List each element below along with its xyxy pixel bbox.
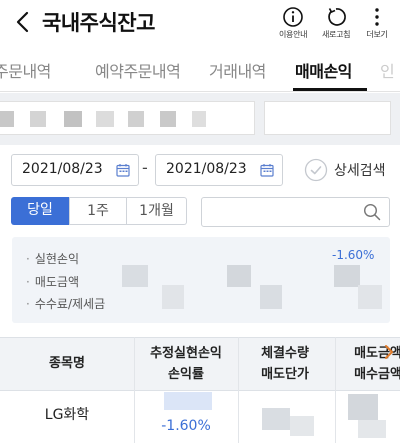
tab-reserved-orders[interactable]: 예약주문내역 xyxy=(95,58,181,82)
search-icon[interactable] xyxy=(363,203,381,221)
period-today-label: 당일 xyxy=(27,202,53,218)
detail-search-checkbox-icon[interactable] xyxy=(304,158,328,182)
fee-tax-label: 수수료/제세금 xyxy=(26,295,105,312)
page-title: 국내주식잔고 xyxy=(42,11,155,35)
table-header: 종목명 추정실현손익 손익률 체결수량 매도단가 매도금액 매수금액 xyxy=(0,337,400,391)
calendar-icon xyxy=(116,164,130,177)
col-qty-sell-price: 체결수량 매도단가 xyxy=(261,346,309,382)
row-return-rate: -1.60% xyxy=(161,418,211,434)
period-1week-label: 1주 xyxy=(87,203,109,219)
password-field[interactable] xyxy=(264,101,391,135)
refresh-icon xyxy=(328,8,347,26)
more-label: 더보기 xyxy=(366,30,388,39)
date-separator: - xyxy=(142,158,148,177)
end-date-input[interactable]: 2021/08/23 xyxy=(155,154,283,186)
tab-bar: 주문내역 예약주문내역 거래내역 매매손익 인 xyxy=(0,48,400,92)
calendar-icon xyxy=(260,164,274,177)
period-1month-label: 1개월 xyxy=(139,203,174,219)
active-tab-indicator xyxy=(293,88,367,91)
account-bar xyxy=(0,93,400,145)
tab-order-history[interactable]: 주문내역 xyxy=(0,58,51,82)
col-est-realized-pl: 추정실현손익 손익률 xyxy=(150,346,222,382)
app-header: 국내주식잔고 이용안내 새로고침 더보기 xyxy=(0,0,400,46)
realized-pl-label: 실현손익 xyxy=(26,250,79,267)
info-label: 이용안내 xyxy=(279,30,308,39)
tab-next[interactable]: 인 xyxy=(380,58,395,82)
more-button[interactable]: 더보기 xyxy=(366,6,388,40)
row-stock-name: LG화학 xyxy=(44,407,90,423)
sell-amount-label: 매도금액 xyxy=(26,273,79,290)
col-stock-name: 종목명 xyxy=(49,356,85,371)
tab-trading-pl[interactable]: 매매손익 xyxy=(295,58,352,82)
account-selector[interactable] xyxy=(0,101,255,135)
start-date-input[interactable]: 2021/08/23 xyxy=(11,154,139,186)
info-button[interactable]: 이용안내 xyxy=(279,6,308,40)
period-1month-button[interactable]: 1개월 xyxy=(127,197,187,225)
period-today-button[interactable]: 당일 xyxy=(11,197,69,225)
realized-pl-value: -1.60% xyxy=(332,248,375,262)
table-row[interactable]: LG화학 -1.60% xyxy=(0,392,400,443)
detail-search-label[interactable]: 상세검색 xyxy=(334,160,386,180)
info-icon xyxy=(283,7,303,27)
stock-search-input[interactable] xyxy=(201,197,390,227)
tab-transactions[interactable]: 거래내역 xyxy=(209,58,266,82)
summary-panel: 실현손익 -1.60% 매도금액 수수료/제세금 xyxy=(12,237,390,323)
kebab-menu-icon xyxy=(375,8,379,26)
period-1week-button[interactable]: 1주 xyxy=(69,197,127,225)
refresh-label: 새로고침 xyxy=(322,30,351,39)
end-date-value: 2021/08/23 xyxy=(166,161,247,177)
refresh-button[interactable]: 새로고침 xyxy=(322,6,351,40)
start-date-value: 2021/08/23 xyxy=(22,161,103,177)
chevron-right-icon[interactable] xyxy=(382,341,396,363)
back-arrow-icon[interactable] xyxy=(12,8,34,36)
